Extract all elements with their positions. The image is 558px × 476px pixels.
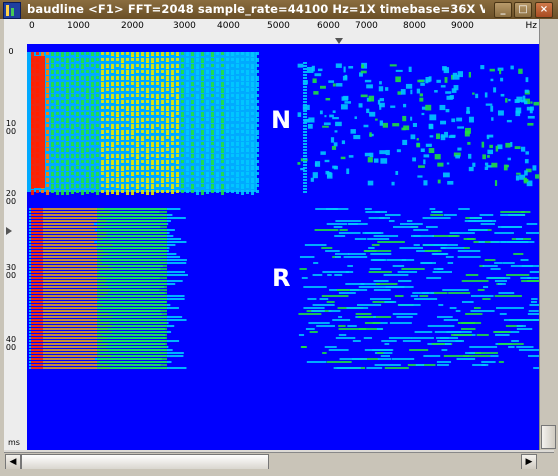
region-label-n: N <box>271 106 292 134</box>
close-button[interactable]: × <box>535 2 553 18</box>
freq-tick-label: 9000 <box>451 21 474 31</box>
time-tick-label: 1000 <box>5 119 17 136</box>
freq-tick-label: 3000 <box>173 21 196 31</box>
spectrogram-canvas <box>27 52 539 369</box>
freq-tick-label: 6000 <box>317 21 340 31</box>
horizontal-scroll-thumb[interactable] <box>21 454 269 470</box>
time-tick-label: 4000 <box>5 335 17 352</box>
time-cursor-marker[interactable] <box>6 227 12 235</box>
freq-tick-label: 8000 <box>403 21 426 31</box>
freq-tick-label: 4000 <box>217 21 240 31</box>
freq-tick-label: 7000 <box>355 21 378 31</box>
time-unit-corner: ms <box>4 432 27 450</box>
baudline-app-icon[interactable] <box>3 2 21 19</box>
minimize-button[interactable]: _ <box>494 2 512 18</box>
time-tick-label: 0 <box>8 47 14 56</box>
horizontal-scrollbar[interactable]: ◀ ▶ <box>4 452 554 470</box>
region-label-r: R <box>272 264 291 292</box>
scroll-left-button[interactable]: ◀ <box>5 454 21 470</box>
spectrogram-display[interactable]: N R <box>27 44 539 450</box>
scroll-right-button[interactable]: ▶ <box>521 454 537 470</box>
ruler-corner <box>4 19 28 45</box>
time-ruler[interactable]: 0 1000 2000 3000 4000 <box>4 44 28 450</box>
window-title: baudline <F1> FFT=2048 sample_rate=44100… <box>27 2 485 16</box>
freq-tick-label: 2000 <box>121 21 144 31</box>
vertical-scrollbar[interactable] <box>539 19 556 450</box>
vertical-scroll-thumb[interactable] <box>541 425 556 449</box>
maximize-button[interactable]: □ <box>514 2 532 18</box>
frequency-ruler[interactable]: 0 1000 2000 3000 4000 5000 6000 7000 800… <box>27 19 539 45</box>
time-tick-label: 2000 <box>5 189 17 206</box>
window-frame-bottom <box>0 469 558 476</box>
freq-tick-label: 5000 <box>267 21 290 31</box>
freq-tick-label: 0 <box>29 21 35 31</box>
time-unit-label: ms <box>8 438 20 447</box>
window-titlebar[interactable]: baudline <F1> FFT=2048 sample_rate=44100… <box>0 0 558 20</box>
freq-unit-label: Hz <box>525 21 538 31</box>
freq-tick-label: 1000 <box>67 21 90 31</box>
time-tick-label: 3000 <box>5 263 17 280</box>
